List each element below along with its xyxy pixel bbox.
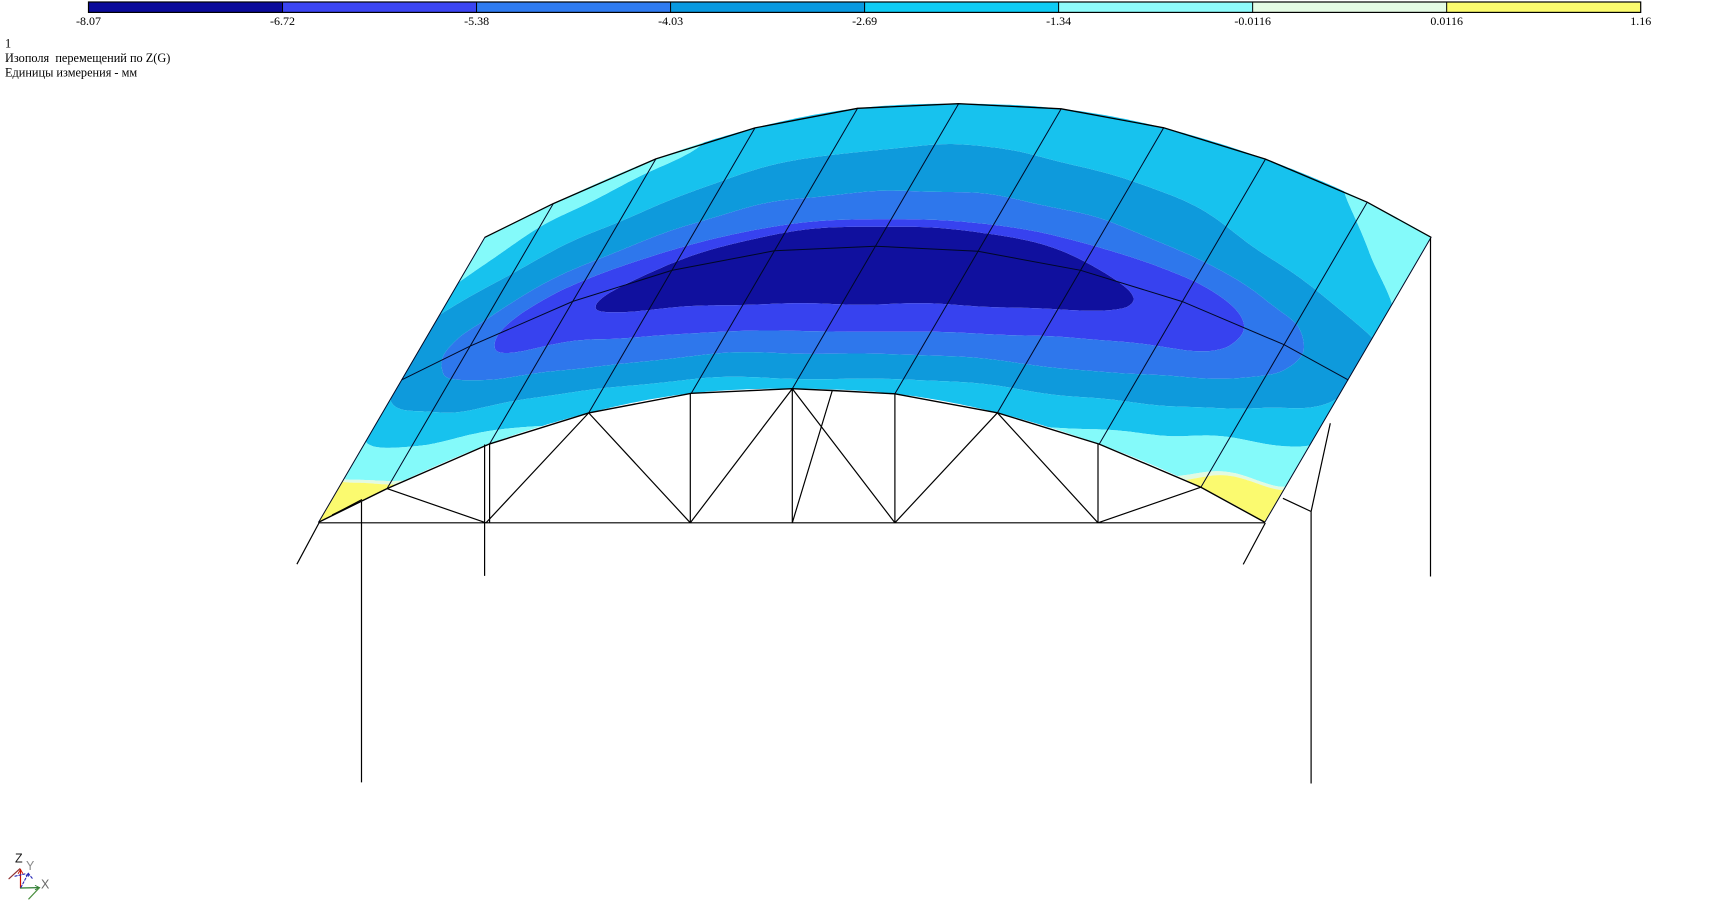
svg-text:-0.0116: -0.0116 bbox=[1234, 14, 1271, 28]
svg-text:1: 1 bbox=[5, 37, 11, 51]
svg-text:1.16: 1.16 bbox=[1630, 14, 1651, 28]
svg-text:-4.03: -4.03 bbox=[658, 14, 683, 28]
svg-text:0.0116: 0.0116 bbox=[1430, 14, 1463, 28]
svg-text:Z: Z bbox=[15, 852, 23, 866]
svg-text:Y: Y bbox=[26, 859, 35, 873]
svg-text:Изополя перемещений по Z(G): Изополя перемещений по Z(G) bbox=[5, 51, 170, 65]
svg-text:-6.72: -6.72 bbox=[270, 14, 295, 28]
svg-text:X: X bbox=[41, 878, 50, 892]
svg-text:-5.38: -5.38 bbox=[464, 14, 489, 28]
svg-text:-1.34: -1.34 bbox=[1046, 14, 1071, 28]
svg-text:-2.69: -2.69 bbox=[852, 14, 877, 28]
svg-text:Единицы измерения - мм: Единицы измерения - мм bbox=[5, 66, 137, 80]
svg-text:-8.07: -8.07 bbox=[76, 14, 101, 28]
